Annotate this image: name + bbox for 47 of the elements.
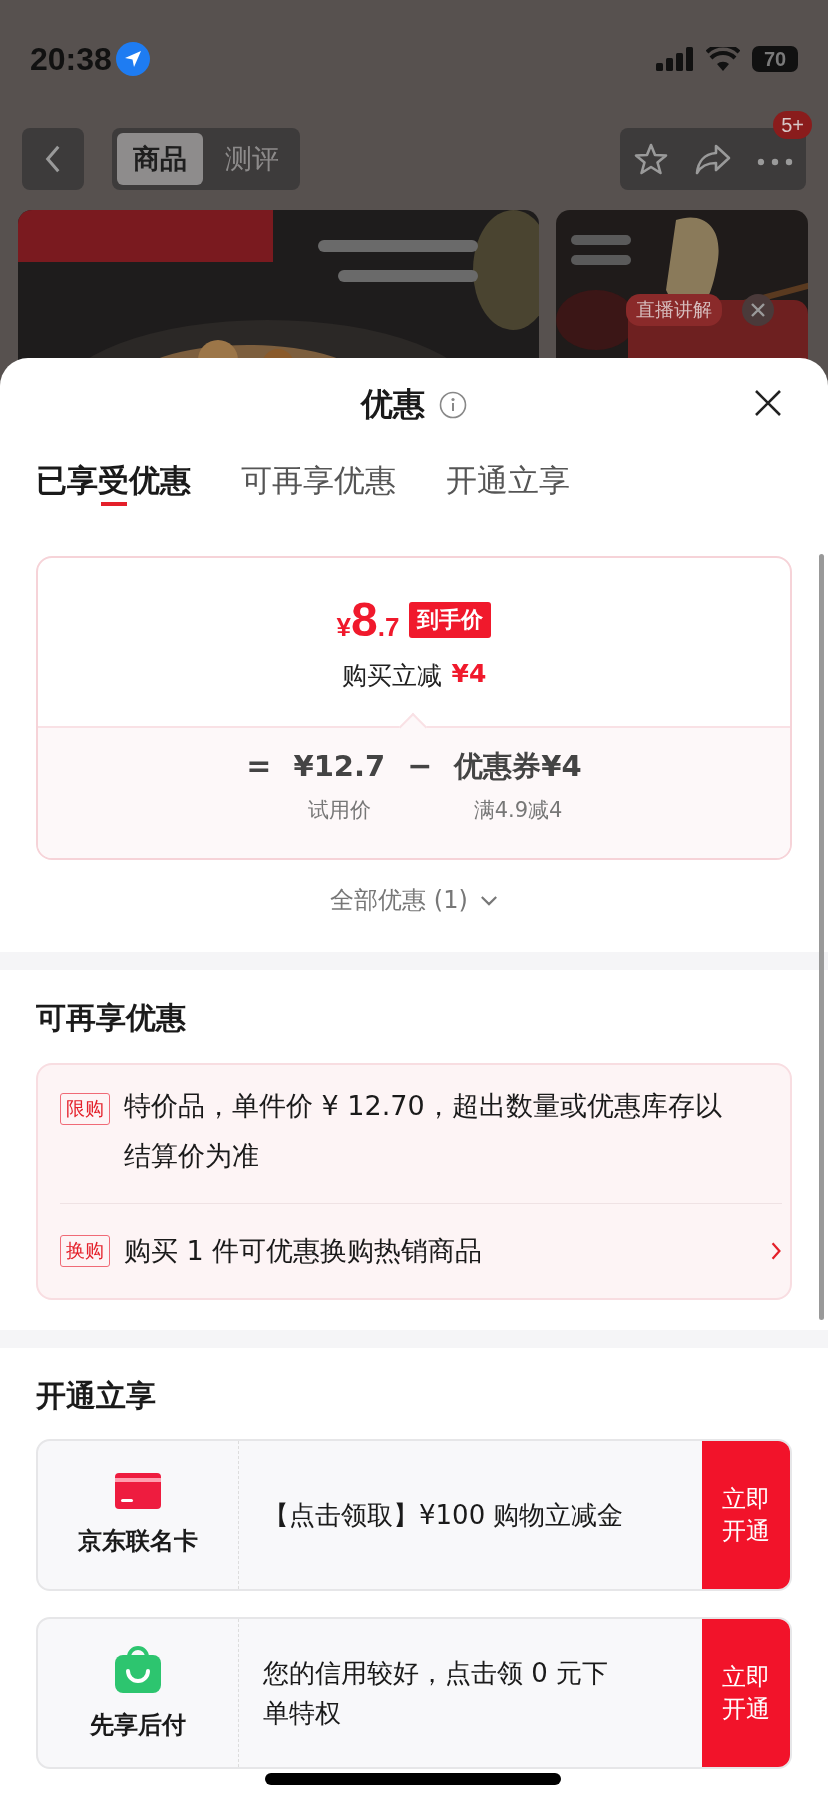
service-text: 您的信用较好，点击领 0 元下单特权 — [262, 1657, 610, 1730]
activate-button[interactable]: 立即开通 — [702, 1441, 790, 1589]
service-text: 【点击领取】¥100 购物立减金 — [262, 1499, 625, 1532]
equals-sign: = — [246, 747, 272, 785]
live-badge: 直播讲解 — [626, 294, 723, 326]
signal-icon — [656, 47, 694, 71]
offer-tag: 限购 — [60, 1093, 110, 1125]
location-icon — [115, 42, 150, 76]
back-button[interactable] — [22, 128, 84, 190]
chevron-right-icon[interactable] — [770, 1241, 782, 1261]
section-title: 开通立享 — [36, 1377, 157, 1415]
saving-label: 购买立减 — [341, 660, 442, 692]
term-value: ¥12.7 — [293, 748, 386, 785]
term-caption: 试用价 — [307, 797, 371, 824]
notification-badge: 5+ — [773, 111, 812, 139]
minus-sign: − — [407, 747, 433, 785]
price-tag: 到手价 — [409, 601, 492, 638]
nav-tab[interactable]: 商品 — [117, 133, 203, 185]
service-name: 京东联名卡 — [78, 1526, 198, 1557]
term-value: 优惠券¥4 — [454, 748, 582, 785]
close-icon[interactable] — [742, 294, 775, 326]
more-icon — [757, 158, 793, 166]
battery-level: 70 — [763, 47, 787, 71]
wifi-icon — [706, 47, 740, 71]
sheet-tab[interactable]: 开通立享 — [446, 452, 570, 510]
shopping-bag-icon — [115, 1645, 161, 1693]
sheet-title: 优惠 — [361, 384, 425, 425]
card-icon — [115, 1473, 161, 1509]
status-time: 20:38 — [30, 40, 112, 78]
saving-amount: ¥4 — [451, 659, 487, 690]
sheet-tab[interactable]: 可再享优惠 — [241, 452, 396, 510]
chevron-down-icon — [479, 894, 498, 906]
info-icon[interactable] — [439, 391, 467, 419]
section-title: 可再享优惠 — [36, 999, 187, 1037]
all-offers-link[interactable]: 全部优惠 (1) — [330, 878, 498, 922]
nav-tab[interactable]: 测评 — [209, 133, 295, 185]
offer-text: 特价品，单件价 ¥ 12.70，超出数量或优惠库存以结算价为准 — [124, 1089, 723, 1173]
offer-text: 购买 1 件可优惠换购热销商品 — [124, 1234, 484, 1268]
share-icon — [694, 142, 732, 176]
offer-tag: 换购 — [60, 1235, 110, 1267]
close-button[interactable] — [754, 389, 782, 417]
final-price: ¥8.7 — [336, 592, 400, 647]
star-icon — [634, 142, 668, 176]
term-caption: 满4.9减4 — [473, 797, 563, 824]
activate-button[interactable]: 立即开通 — [702, 1619, 790, 1767]
chevron-left-icon — [44, 144, 62, 174]
service-name: 先享后付 — [90, 1710, 186, 1741]
